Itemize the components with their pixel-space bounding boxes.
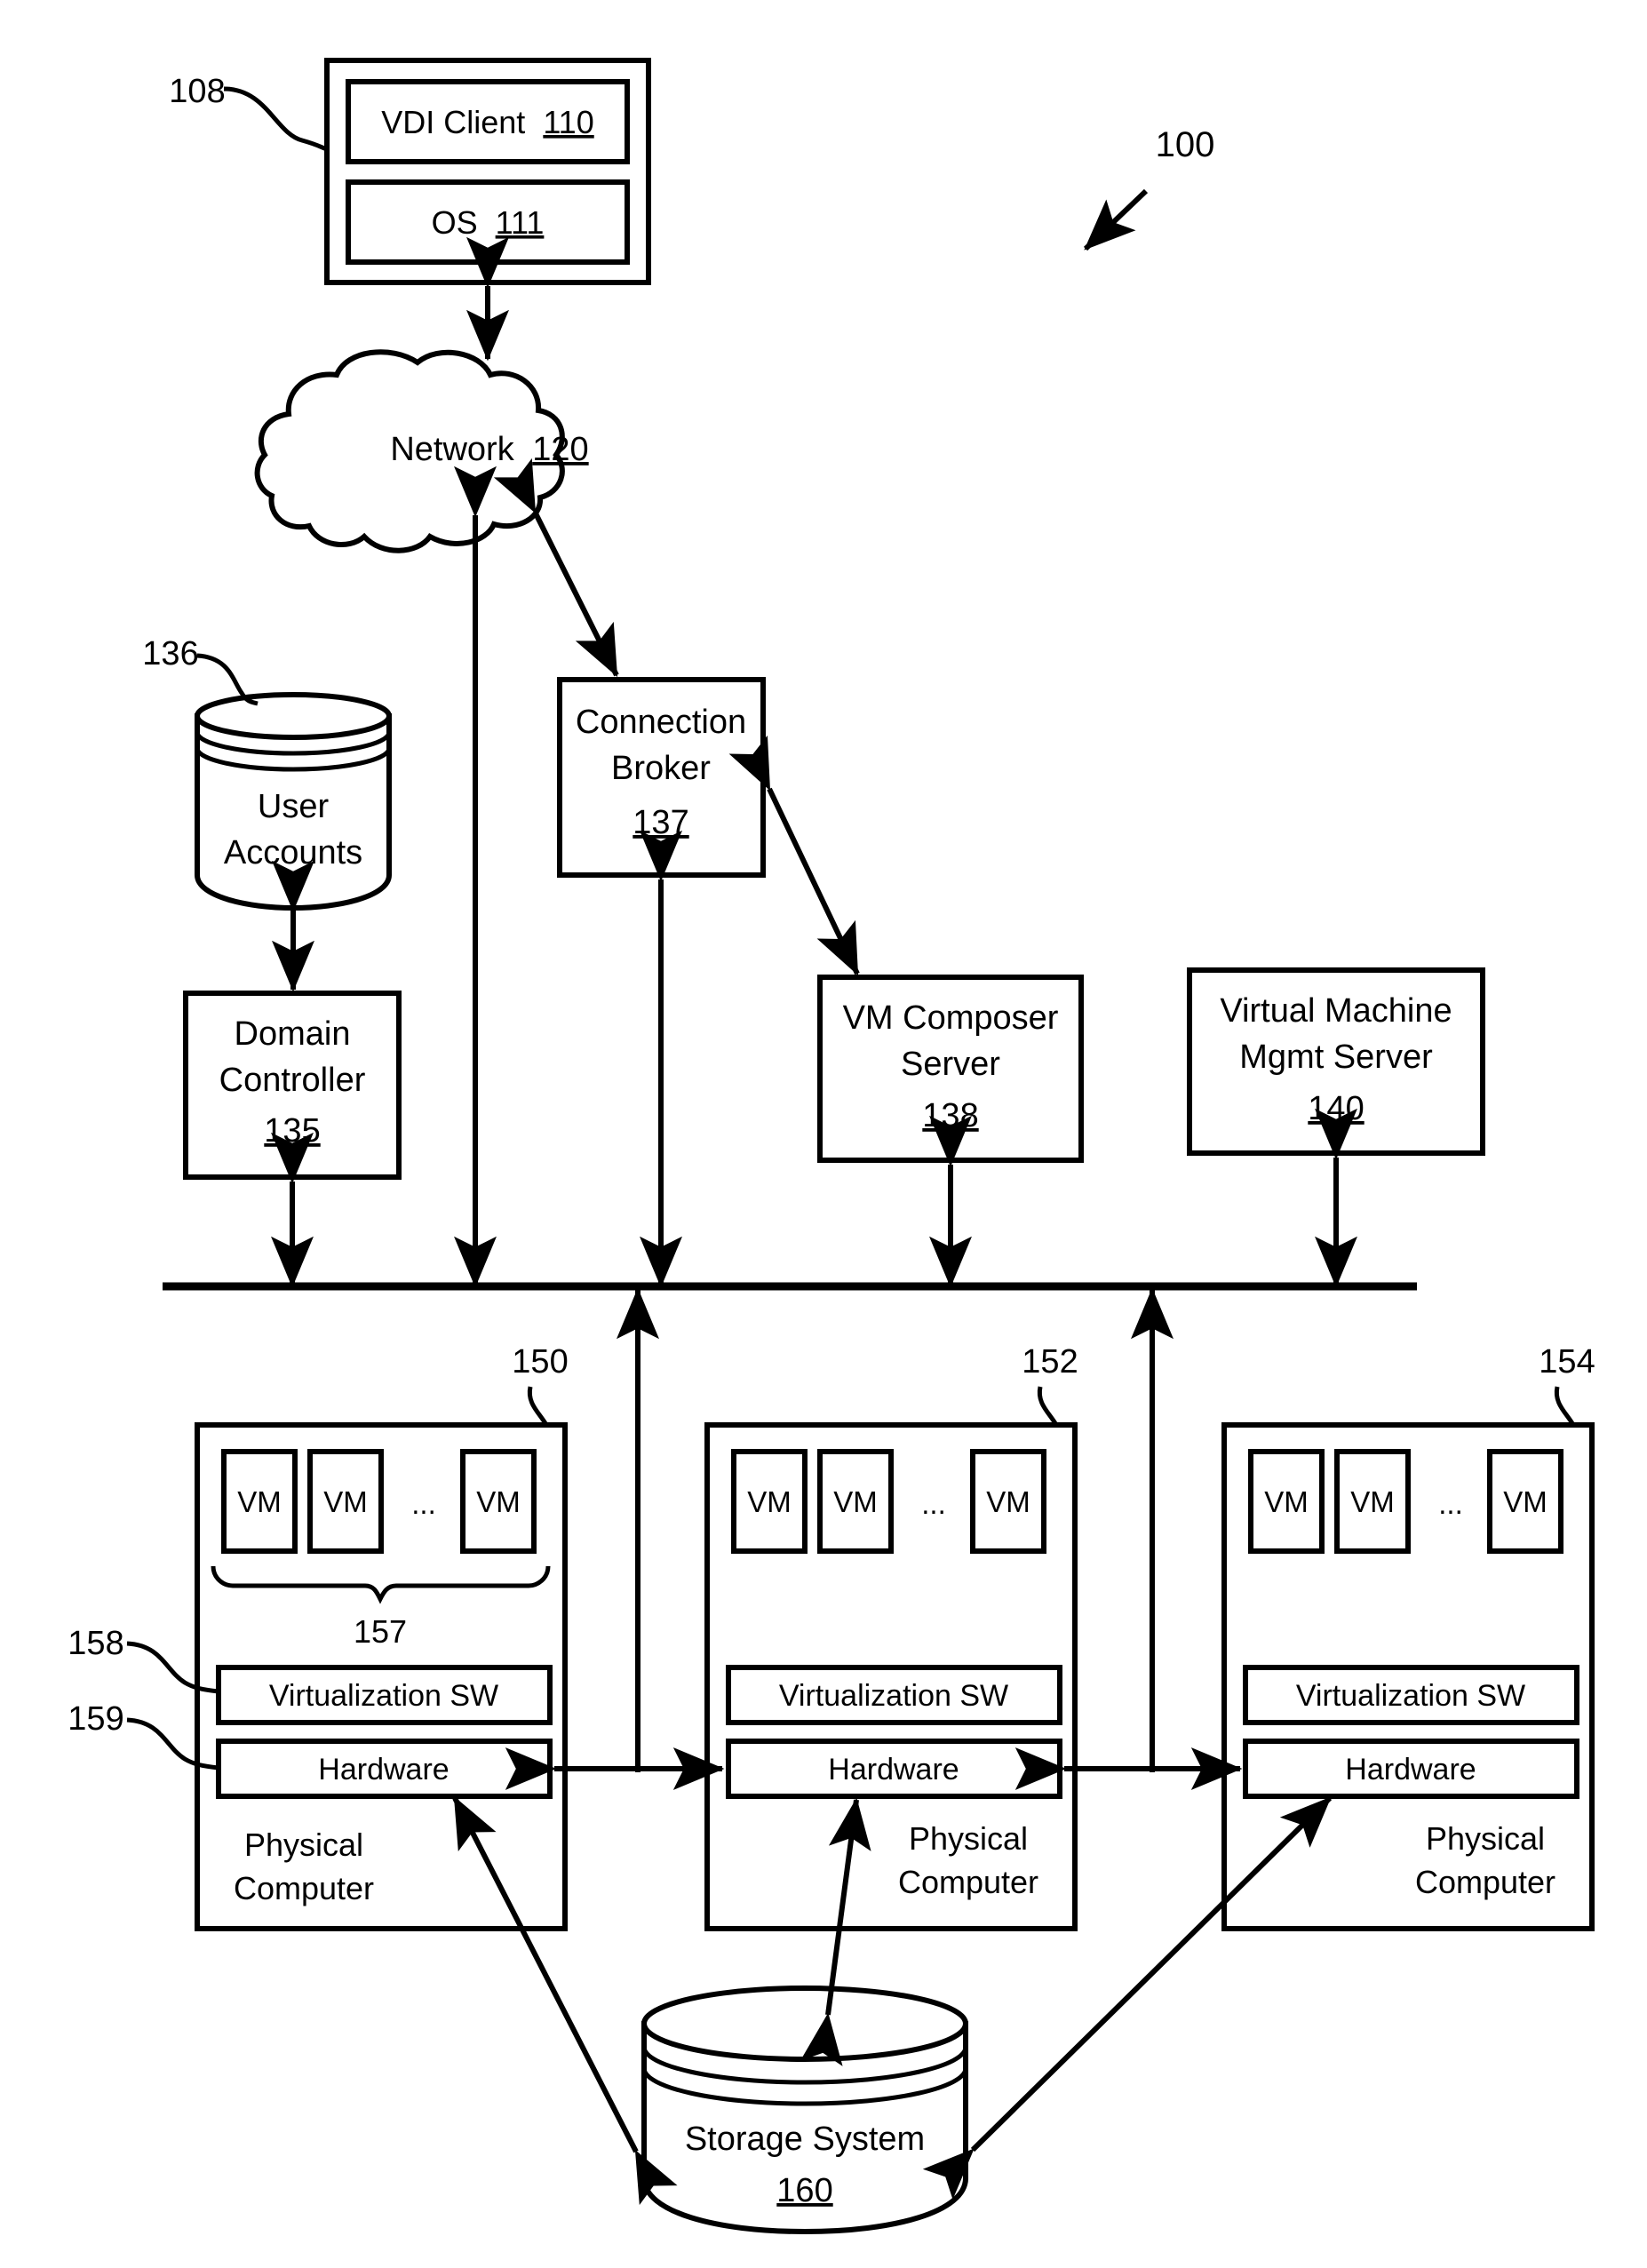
client-os-ref: 111 (496, 204, 545, 241)
vm-mgmt-ref: 140 (1308, 1090, 1364, 1127)
ref-152-label: 152 (1022, 1343, 1078, 1381)
ref-108-label: 108 (169, 73, 225, 110)
pc154-vm-ellipsis: ... (1438, 1487, 1463, 1520)
vdi-architecture-diagram: VDI Client 110 OS 111 108 100 Network 12… (68, 58, 1595, 2235)
storage-system-ref: 160 (776, 2172, 832, 2209)
figure-canvas: VDI Client 110 OS 111 108 100 Network 12… (0, 0, 1647, 2268)
pc152-vm-label-3: VM (986, 1485, 1030, 1518)
pc154-vm-label-3: VM (1503, 1485, 1548, 1518)
vm-mgmt-label-line1: Virtual Machine (1220, 992, 1452, 1030)
ref-100-arrow (1083, 188, 1149, 251)
vm-composer-ref: 138 (922, 1097, 978, 1134)
arrow-network-connection-broker (493, 458, 619, 678)
vdi-client-device[interactable]: VDI Client 110 OS 111 (324, 58, 651, 285)
network-ref: 120 (532, 431, 588, 468)
ref-154-label: 154 (1539, 1343, 1595, 1381)
vm-mgmt-server-box[interactable]: Virtual Machine Mgmt Server 140 (1187, 967, 1485, 1156)
physical-computer-154[interactable]: VM VM ... VM Virtualization SW Hardware … (1221, 1422, 1595, 1931)
pc150-vm-group-ref: 157 (354, 1613, 407, 1650)
ref-152-leader-line (1037, 1386, 1059, 1427)
network-label: Network 120 (390, 431, 588, 468)
vm-composer-label-line1: VM Composer (843, 999, 1059, 1037)
domain-controller-box[interactable]: Domain Controller 135 (183, 991, 402, 1180)
network-label-text: Network (390, 431, 514, 468)
user-accounts-label-line1: User (258, 788, 330, 825)
domain-controller-label-line1: Domain (235, 1015, 351, 1053)
storage-system-datastore[interactable]: Storage System 160 (641, 1985, 968, 2235)
client-os-label-text: OS (432, 204, 478, 241)
pc154-hardware-label: Hardware (1345, 1753, 1476, 1787)
arrow-connectionbroker-vmcomposer (728, 735, 860, 976)
pc150-vm-label-2: VM (323, 1485, 368, 1518)
connection-broker-label-line2: Broker (611, 750, 711, 787)
pc152-vm-label-2: VM (833, 1485, 878, 1518)
user-accounts-datastore[interactable]: User Accounts (195, 692, 392, 911)
pc154-vm-label-1: VM (1264, 1485, 1309, 1518)
vdi-client-label: VDI Client 110 (381, 104, 593, 140)
connection-broker-ref: 137 (633, 804, 688, 841)
connection-broker-label-line1: Connection (576, 704, 746, 741)
storage-cylinder-top (641, 1985, 968, 2062)
pc154-vm-label-2: VM (1350, 1485, 1395, 1518)
vm-mgmt-label-line2: Mgmt Server (1239, 1039, 1433, 1076)
client-os-box (346, 179, 630, 265)
pc150-virtualization-sw-label: Virtualization SW (269, 1679, 498, 1713)
pc152-name-line1: Physical (909, 1820, 1028, 1857)
pc150-vm-label-1: VM (237, 1485, 282, 1518)
pc152-vm-label-1: VM (747, 1485, 792, 1518)
pc150-vm-ellipsis: ... (411, 1487, 436, 1520)
domain-controller-ref: 135 (264, 1112, 320, 1150)
ref-150-label: 150 (512, 1343, 568, 1381)
pc154-name-line1: Physical (1426, 1820, 1545, 1857)
ref-100-label: 100 (1156, 125, 1215, 164)
pc150-hardware-label: Hardware (318, 1753, 449, 1787)
physical-computer-150[interactable]: VM VM ... VM 157 Virtualization SW Hardw… (195, 1422, 568, 1931)
pc152-vm-ellipsis: ... (921, 1487, 946, 1520)
domain-controller-label-line2: Controller (219, 1062, 366, 1099)
vm-composer-server-box[interactable]: VM Composer Server 138 (817, 975, 1084, 1163)
ref-108-leader-line (223, 86, 328, 152)
pc154-name-line2: Computer (1415, 1864, 1556, 1900)
storage-system-label: Storage System (685, 2121, 925, 2158)
pc150-vm-label-3: VM (476, 1485, 521, 1518)
ref-159-label: 159 (68, 1700, 123, 1738)
ref-158-label: 158 (68, 1625, 123, 1662)
pc150-name-line1: Physical (244, 1826, 363, 1863)
ref-150-leader-line (527, 1386, 549, 1427)
physical-computer-152[interactable]: VM VM ... VM Virtualization SW Hardware … (704, 1422, 1078, 1931)
pc152-name-line2: Computer (898, 1864, 1038, 1900)
pc150-name-line2: Computer (234, 1870, 374, 1906)
ref-154-leader-line (1554, 1386, 1576, 1427)
vdi-client-ref: 110 (543, 104, 593, 140)
ref-136-label: 136 (142, 635, 198, 672)
vdi-client-label-text: VDI Client (381, 104, 525, 140)
connection-broker-box[interactable]: Connection Broker 137 (557, 677, 766, 878)
pc152-hardware-label: Hardware (828, 1753, 959, 1787)
vm-composer-label-line2: Server (901, 1046, 1000, 1083)
pc154-virtualization-sw-label: Virtualization SW (1296, 1679, 1525, 1713)
pc152-virtualization-sw-label: Virtualization SW (779, 1679, 1008, 1713)
user-accounts-cylinder-top (195, 692, 392, 740)
user-accounts-label-line2: Accounts (224, 834, 362, 871)
